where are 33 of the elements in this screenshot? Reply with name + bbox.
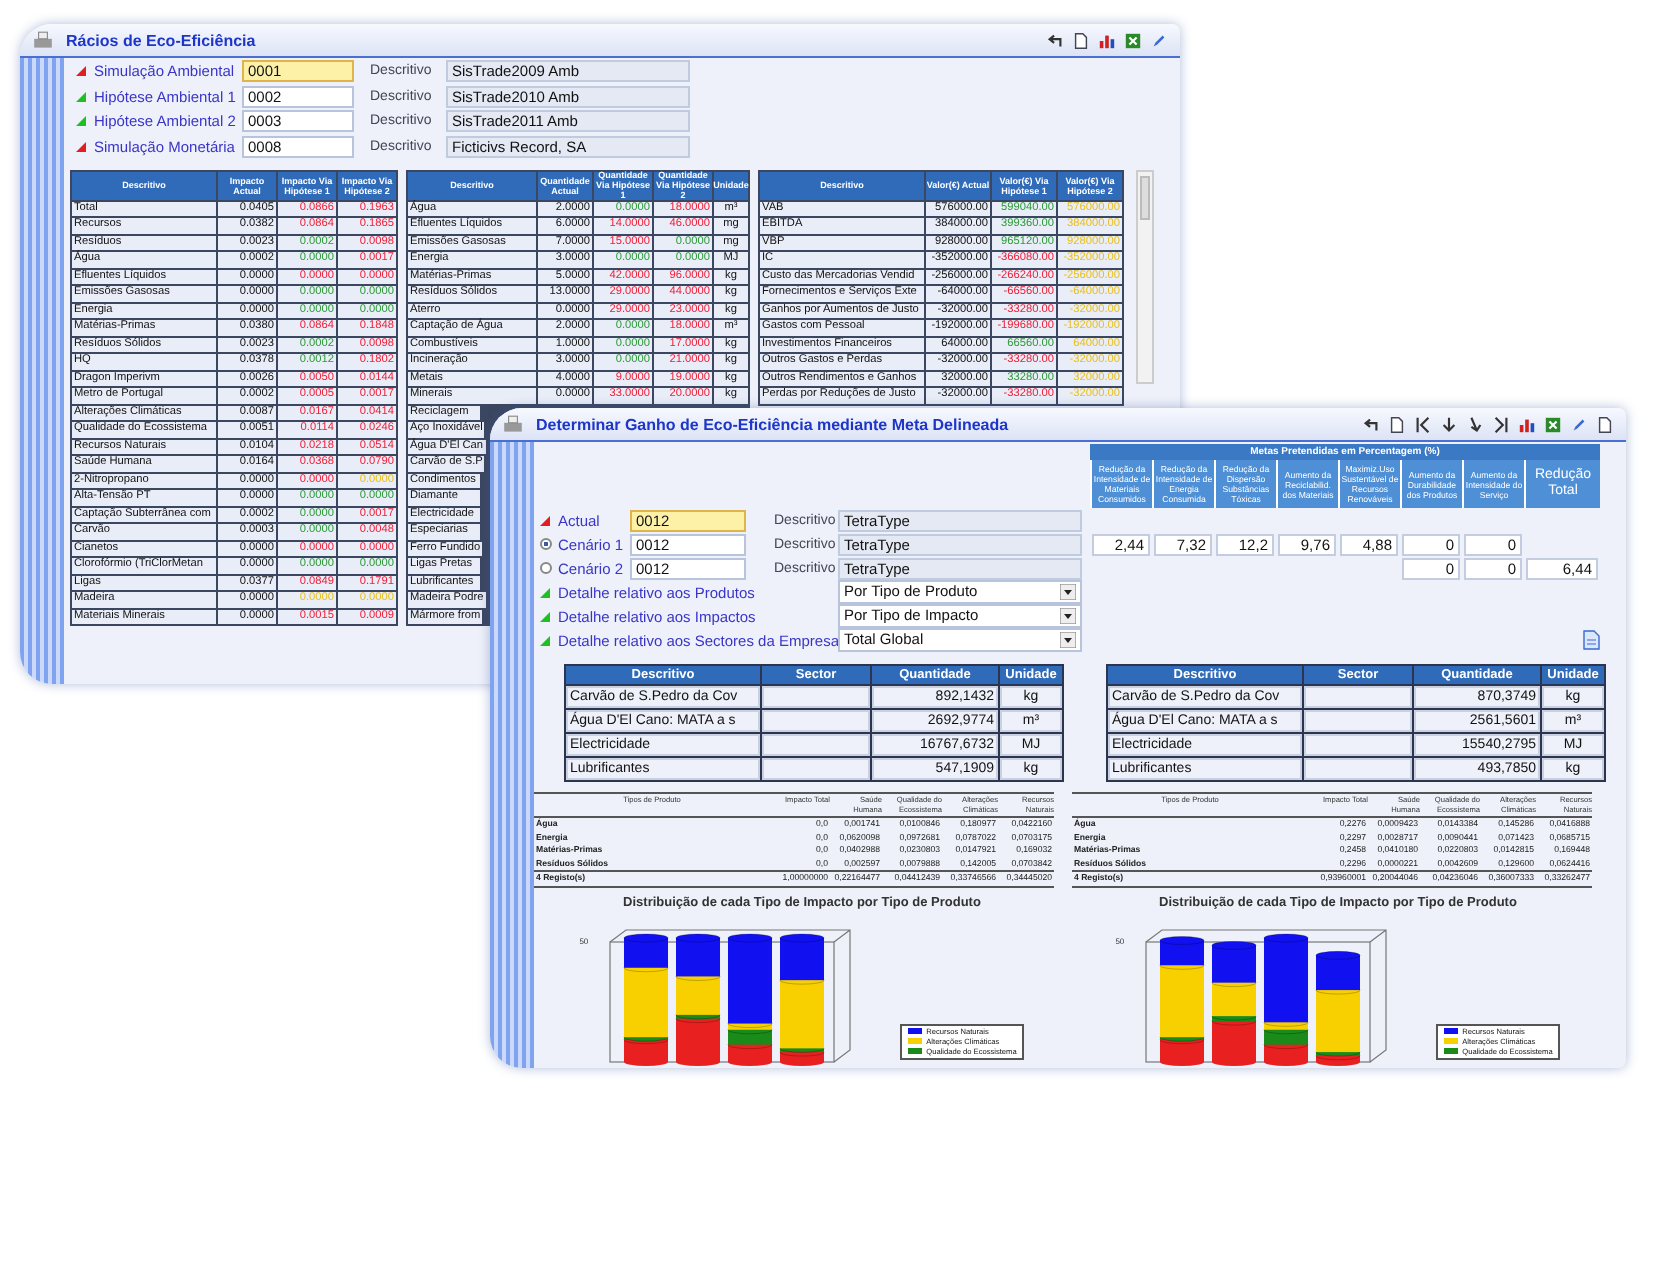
spreadsheet-icon[interactable] (1124, 31, 1142, 49)
bar-chart-icon[interactable] (1098, 31, 1116, 49)
table-cell (1304, 734, 1412, 756)
document-icon[interactable] (1072, 31, 1090, 49)
spreadsheet-icon[interactable] (1544, 415, 1562, 433)
table-cell (762, 710, 870, 732)
printer-icon (502, 413, 524, 435)
last-record-icon[interactable] (1492, 415, 1510, 433)
window-title: Rácios de Eco-Eficiência (66, 31, 256, 49)
table-cell (1304, 686, 1412, 708)
pencil-icon[interactable] (1570, 415, 1588, 433)
document-icon[interactable] (1388, 415, 1406, 433)
next-arrow-icon[interactable] (1466, 415, 1484, 433)
document-icon[interactable] (1596, 415, 1614, 433)
table-cell (1304, 758, 1412, 780)
printer-icon (32, 29, 54, 51)
table-cell (762, 734, 870, 756)
radio-button[interactable] (540, 538, 552, 550)
window-title: Determinar Ganho de Eco-Eficiência mediante Meta Delineada (536, 415, 1009, 433)
down-arrow-icon[interactable] (1440, 415, 1458, 433)
table-cell (1304, 710, 1412, 732)
dropdown-arrow-icon (1060, 608, 1076, 624)
table-cell (762, 686, 870, 708)
scrollbar[interactable] (1136, 169, 1154, 383)
pencil-icon[interactable] (1150, 31, 1168, 49)
dropdown-arrow-icon (1060, 632, 1076, 648)
undo-arrow-icon[interactable] (1362, 415, 1380, 433)
radio-button[interactable] (540, 562, 552, 574)
table-cell (762, 758, 870, 780)
undo-arrow-icon[interactable] (1046, 31, 1064, 49)
first-record-icon[interactable] (1414, 415, 1432, 433)
bar-chart-icon[interactable] (1518, 415, 1536, 433)
dropdown-arrow-icon (1060, 584, 1076, 600)
